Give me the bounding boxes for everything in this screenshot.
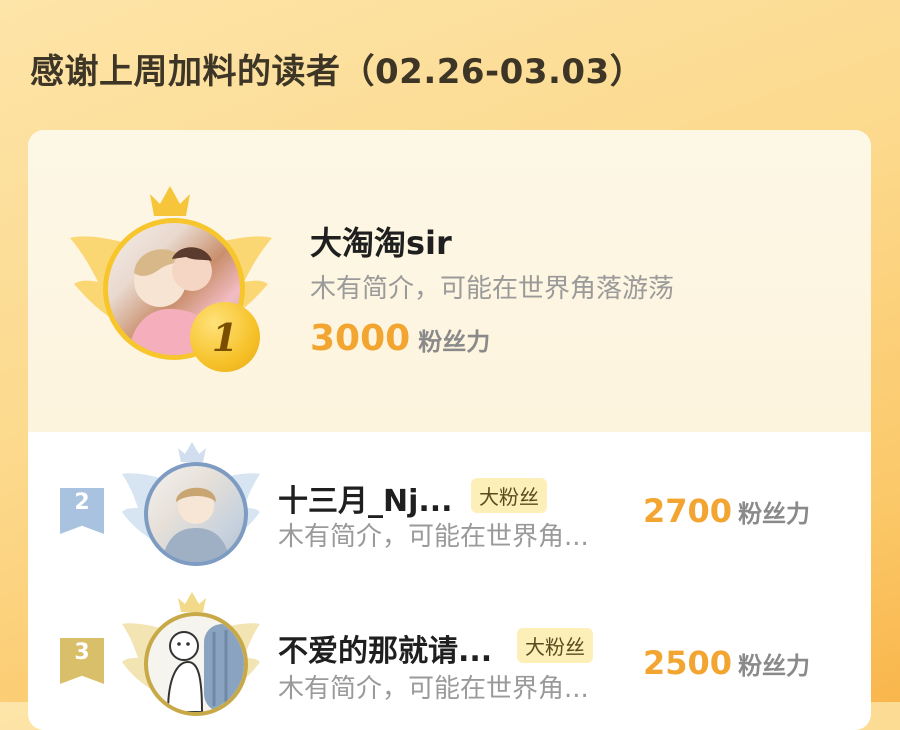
fan-power: 3000 粉丝力 (310, 318, 490, 359)
reader-name: 不爱的那就请... (278, 634, 493, 669)
fan-power-unit: 粉丝力 (418, 328, 491, 356)
list-item[interactable]: 3 不爱的那就请... 大粉丝 木有简介，可能在世界角... 2500 粉丝力 (28, 590, 871, 730)
reader-name: 十三月_Nj... (278, 484, 453, 519)
fan-power: 2500 粉丝力 (643, 644, 810, 682)
rank-badge: 2 (60, 488, 104, 534)
top-reader-section[interactable]: 1 大淘淘sir 木有简介，可能在世界角落游荡 3000 粉丝力 (28, 130, 871, 432)
crown-icon (150, 186, 190, 216)
crown-icon (178, 592, 206, 612)
reader-bio: 木有简介，可能在世界角... (278, 674, 589, 704)
rank-badge: 3 (60, 638, 104, 684)
crown-icon (178, 442, 206, 462)
reader-bio: 木有简介，可能在世界角落游荡 (310, 274, 675, 304)
avatar-illustration (166, 624, 244, 712)
avatar-illustration (162, 487, 230, 562)
avatar[interactable] (144, 612, 248, 716)
fan-power: 2700 粉丝力 (643, 492, 810, 530)
fan-power-unit: 粉丝力 (738, 500, 811, 528)
leaderboard-card: 1 大淘淘sir 木有简介，可能在世界角落游荡 3000 粉丝力 2 十三月_Nj… (28, 130, 871, 730)
reader-bio: 木有简介，可能在世界角... (278, 522, 589, 552)
reader-name: 大淘淘sir (310, 224, 452, 262)
fan-level-badge: 大粉丝 (471, 478, 547, 513)
avatar[interactable] (144, 462, 248, 566)
fan-power-unit: 粉丝力 (738, 652, 811, 680)
page-title: 感谢上周加料的读者（02.26-03.03） (30, 52, 645, 92)
fan-power-value: 2700 (643, 492, 733, 530)
fan-power-value: 3000 (310, 318, 411, 359)
rank-medal-icon: 1 (190, 302, 260, 372)
fan-level-badge: 大粉丝 (517, 628, 593, 663)
list-item[interactable]: 2 十三月_Nj... 大粉丝 木有简介，可能在世界角... 2700 粉丝力 (28, 432, 871, 590)
fan-power-value: 2500 (643, 644, 733, 682)
